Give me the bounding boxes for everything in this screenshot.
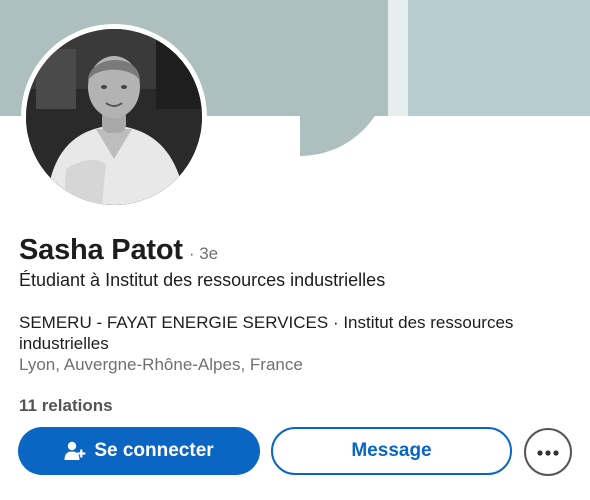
message-button[interactable]: Message (271, 427, 512, 475)
banner-band-right (408, 0, 590, 116)
banner-stripe (388, 0, 408, 116)
connection-degree: · 3e (188, 244, 219, 263)
name-row: Sasha Patot · 3e (19, 234, 218, 267)
message-button-label: Message (351, 440, 432, 461)
add-person-icon (64, 441, 86, 461)
more-horizontal-icon (537, 443, 559, 461)
profile-name: Sasha Patot (19, 234, 183, 266)
connect-button-label: Se connecter (94, 440, 214, 461)
banner-curve (300, 0, 390, 156)
profile-headline: Étudiant à Institut des ressources indus… (19, 270, 386, 290)
connections-count[interactable]: 11 relations (19, 396, 113, 416)
profile-location: Lyon, Auvergne-Rhône-Alpes, France (19, 355, 303, 374)
connect-button[interactable]: Se connecter (18, 427, 260, 475)
profile-card: Sasha Patot · 3e Étudiant à Institut des… (0, 0, 590, 500)
more-options-button[interactable] (524, 428, 572, 476)
profile-photo-illustration (26, 29, 202, 205)
profile-positions: SEMERU - FAYAT ENERGIE SERVICES · Instit… (19, 313, 514, 353)
avatar[interactable] (21, 24, 207, 210)
profile-photo (26, 29, 202, 205)
